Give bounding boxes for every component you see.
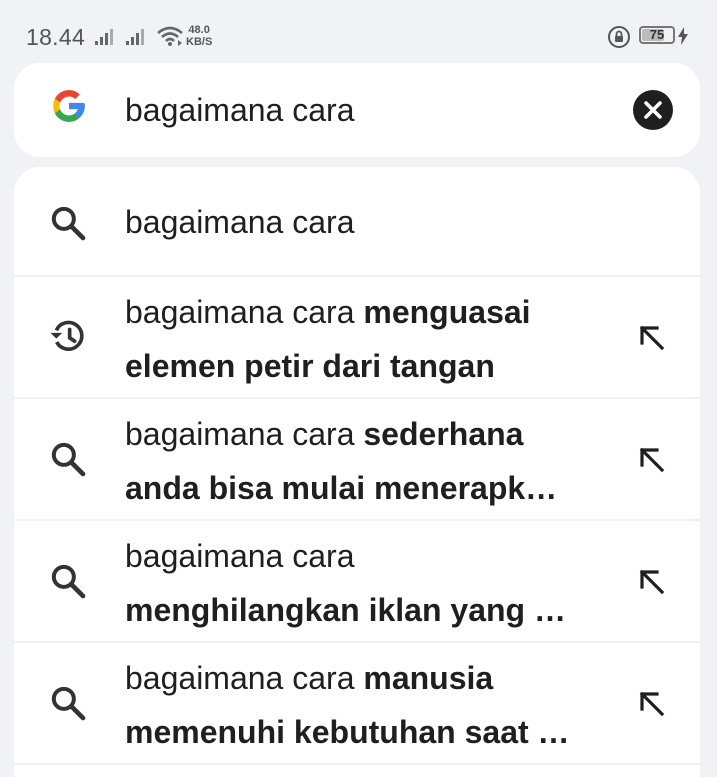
wifi-icon xyxy=(157,26,183,46)
fill-query-button[interactable] xyxy=(632,684,672,724)
suggestion-text: bagaimana cara manusia memenuhi kebutuha… xyxy=(125,651,615,759)
arrow-up-left-icon xyxy=(639,569,665,595)
suggestion-prefix: bagaimana cara xyxy=(125,538,355,574)
suggestions-list: bagaimana cara bagaimana cara menguasai … xyxy=(14,167,700,777)
suggestion-item[interactable]: bagaimana cara menguasai elemen petir da… xyxy=(14,277,700,399)
suggestion-completion-cont: memenuhi kebutuhan saat … xyxy=(125,714,570,750)
battery-indicator: 75 xyxy=(639,26,675,44)
suggestion-completion: menguasai xyxy=(363,294,531,330)
network-speed: 48.0 KB/S xyxy=(186,24,212,48)
suggestion-prefix: bagaimana cara xyxy=(125,660,355,696)
close-icon xyxy=(644,101,662,119)
search-icon xyxy=(51,564,86,599)
charging-icon xyxy=(678,27,688,45)
arrow-up-left-icon xyxy=(639,447,665,473)
search-icon xyxy=(51,206,86,241)
status-bar: 18.44 48.0 KB/S 75 xyxy=(0,0,717,60)
fill-query-button[interactable] xyxy=(632,562,672,602)
fill-query-button[interactable] xyxy=(632,318,672,358)
search-box[interactable] xyxy=(14,63,700,157)
suggestion-prefix: bagaimana cara xyxy=(125,416,355,452)
history-icon xyxy=(50,320,84,351)
clear-search-button[interactable] xyxy=(633,90,673,130)
battery-level: 75 xyxy=(649,27,665,42)
arrow-up-left-icon xyxy=(639,691,665,717)
suggestion-completion-cont: anda bisa mulai menerapk… xyxy=(125,470,558,506)
suggestion-completion-cont: elemen petir dari tangan xyxy=(125,348,495,384)
suggestion-item[interactable]: bagaimana cara sederhana anda bisa mulai… xyxy=(14,399,700,521)
suggestion-text: bagaimana cara xyxy=(125,195,615,249)
rotation-lock-icon xyxy=(608,26,630,48)
suggestion-item[interactable]: bagaimana cara xyxy=(14,167,700,277)
search-icon xyxy=(51,442,86,477)
fill-query-button[interactable] xyxy=(632,440,672,480)
arrow-up-left-icon xyxy=(639,325,665,351)
signal-icon-2 xyxy=(126,29,144,45)
suggestion-text: bagaimana cara sederhana anda bisa mulai… xyxy=(125,407,615,515)
search-input[interactable] xyxy=(125,89,605,131)
suggestion-completion: sederhana xyxy=(363,416,524,452)
search-icon xyxy=(51,686,86,721)
suggestion-completion-cont: menghilangkan iklan yang … xyxy=(125,592,566,628)
suggestion-completion: manusia xyxy=(363,660,494,696)
google-logo xyxy=(53,90,85,122)
suggestion-text: bagaimana cara menguasai elemen petir da… xyxy=(125,285,615,393)
suggestion-prefix: bagaimana cara xyxy=(125,294,355,330)
suggestion-text: bagaimana cara menghilangkan iklan yang … xyxy=(125,529,615,637)
signal-icon xyxy=(95,29,113,45)
suggestion-prefix: bagaimana cara xyxy=(125,204,355,240)
network-speed-value: 48.0 xyxy=(188,24,210,36)
suggestion-item[interactable]: bagaimana cara manusia memenuhi kebutuha… xyxy=(14,643,700,765)
suggestion-item[interactable]: bagaimana cara menghilangkan iklan yang … xyxy=(14,521,700,643)
status-time: 18.44 xyxy=(26,24,86,50)
network-speed-unit: KB/S xyxy=(186,36,213,48)
